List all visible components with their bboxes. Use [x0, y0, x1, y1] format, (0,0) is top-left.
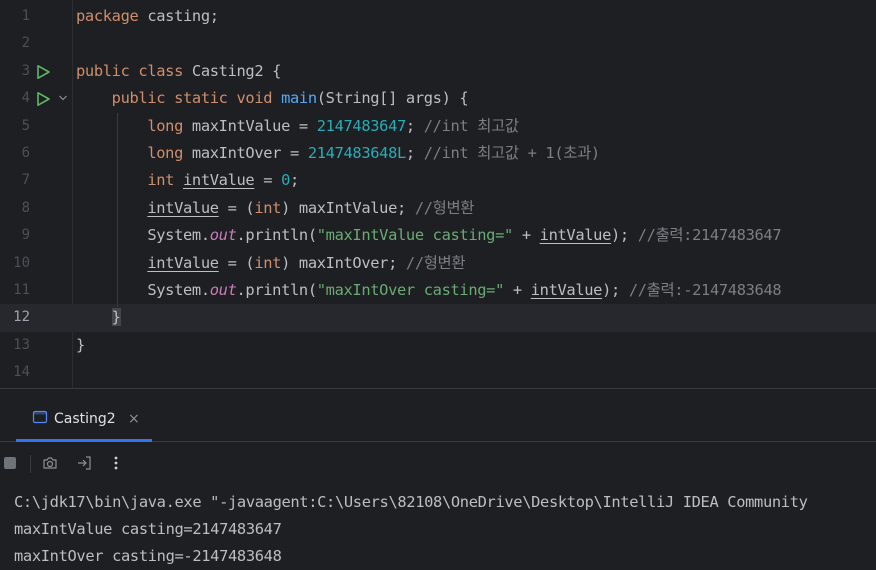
code-text: long maxIntOver = 2147483648L; //int 최고값… [147, 144, 600, 162]
code-line[interactable]: 7 int intValue = 0; [0, 167, 876, 194]
code-text: System.out.println("maxIntOver casting="… [76, 281, 782, 299]
code-text: intValue = (int) maxIntOver; //형변환 [147, 253, 466, 272]
code-line[interactable]: 9 System.out.println("maxIntValue castin… [0, 222, 876, 249]
line-number: 7 [21, 172, 30, 189]
console-line: maxIntValue casting=2147483647 [14, 520, 282, 538]
code-line[interactable]: 11 System.out.println("maxIntOver castin… [0, 277, 876, 304]
code-text: int intValue = 0; [147, 171, 299, 190]
exit-icon[interactable] [76, 455, 92, 471]
code-line[interactable]: 12 } [0, 304, 876, 332]
line-number: 13 [13, 336, 30, 353]
code-line[interactable]: 1 package casting; [0, 3, 876, 30]
code-line[interactable]: 3 public class Casting2 { [0, 58, 876, 85]
code-text: public class Casting2 { [76, 61, 282, 80]
code-line[interactable]: 13} [0, 332, 876, 359]
line-number: 6 [21, 145, 30, 161]
chevron-down-icon[interactable] [58, 93, 68, 103]
code-line[interactable]: 4 public static void main(String[] args)… [0, 85, 876, 112]
line-number: 8 [21, 199, 30, 216]
line-number: 11 [13, 282, 30, 298]
console-output[interactable]: C:\jdk17\bin\java.exe "-javaagent:C:\Use… [14, 489, 876, 570]
run-tab-bar: Casting2 × [0, 389, 876, 442]
close-icon[interactable]: × [128, 389, 140, 449]
code-line[interactable]: 14 [0, 359, 876, 386]
line-number: 12 [13, 309, 30, 326]
line-number: 1 [21, 8, 30, 24]
line-number: 5 [21, 117, 30, 134]
code-text: intValue = (int) maxIntValue; //형변환 [147, 198, 475, 217]
more-vertical-icon[interactable] [108, 455, 124, 471]
line-number: 2 [21, 35, 30, 52]
run-tool-window: Casting2 × C:\jdk17\bin\java.exe "-javaa… [0, 388, 876, 570]
code-line[interactable]: 2 [0, 30, 876, 57]
indent-guide [117, 113, 118, 307]
tab-casting2[interactable]: Casting2 × [16, 389, 152, 442]
code-text: } [76, 335, 85, 354]
line-number: 3 [21, 62, 30, 79]
stop-icon[interactable] [2, 455, 18, 471]
run-triangle-icon[interactable] [35, 91, 51, 107]
code-text: } [111, 308, 121, 327]
code-line[interactable]: 10 intValue = (int) maxIntOver; //형변환 [0, 250, 876, 277]
code-text: package casting; [76, 7, 219, 25]
toolbar-divider [30, 455, 31, 473]
camera-icon[interactable] [42, 455, 58, 471]
code-line[interactable]: 5 long maxIntValue = 2147483647; //int 최… [0, 113, 876, 140]
line-number: 9 [21, 227, 30, 244]
line-number: 10 [13, 254, 30, 271]
tab-label: Casting2 [54, 411, 116, 427]
code-text: System.out.println("maxIntValue casting=… [76, 226, 782, 245]
code-editor[interactable]: 1 package casting; 2 3 public class Casting2… [0, 0, 876, 388]
run-toolbar [0, 443, 876, 483]
line-number: 14 [13, 364, 30, 381]
console-icon [32, 410, 48, 424]
console-line: maxIntOver casting=-2147483648 [14, 547, 282, 565]
run-triangle-icon[interactable] [35, 64, 51, 80]
console-line: C:\jdk17\bin\java.exe "-javaagent:C:\Use… [14, 493, 808, 511]
code-line[interactable]: 8 intValue = (int) maxIntValue; //형변환 [0, 195, 876, 222]
code-line[interactable]: 6 long maxIntOver = 2147483648L; //int 최… [0, 140, 876, 167]
line-number: 4 [21, 90, 30, 107]
code-text: public static void main(String[] args) { [111, 89, 469, 108]
code-text: long maxIntValue = 2147483647; //int 최고값 [147, 116, 519, 135]
